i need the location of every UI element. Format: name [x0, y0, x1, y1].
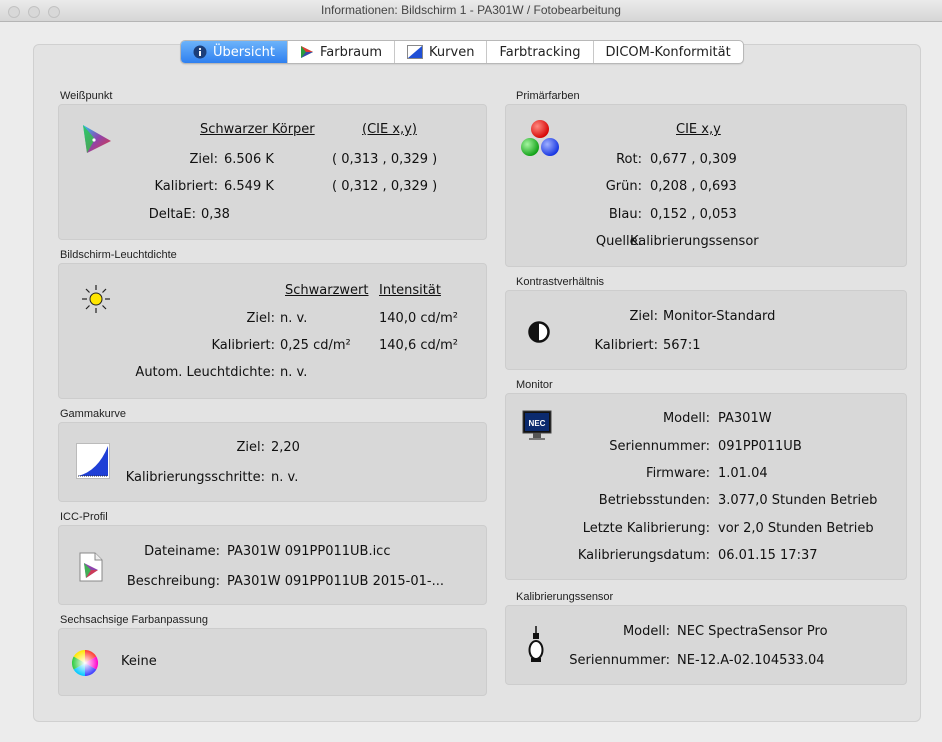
leuchtdichte-col-schwarzwert: Schwarzwert — [285, 283, 369, 298]
primaer-blau-value: 0,152 , 0,053 — [650, 207, 737, 222]
title-bar: Informationen: Bildschirm 1 - PA301W / F… — [0, 0, 942, 22]
tab-label: DICOM-Konformität — [605, 44, 731, 60]
curves-icon — [407, 45, 424, 59]
tab-label: Farbtracking — [499, 44, 581, 60]
weisspunkt-deltae-label: DeltaE: — [148, 207, 196, 222]
weisspunkt-ziel-xy: ( 0,313 , 0,329 ) — [332, 152, 438, 167]
monitor-firmware-label: Firmware: — [646, 466, 710, 481]
kontrast-kalibriert-label: Kalibriert: — [594, 338, 658, 353]
tab-label: Farbraum — [319, 44, 383, 60]
weisspunkt-deltae-value: 0,38 — [201, 207, 230, 222]
weisspunkt-kalibriert-xy: ( 0,312 , 0,329 ) — [332, 179, 438, 194]
weisspunkt-col-cie: (CIE x,y) — [362, 122, 417, 137]
sensor-modell-value: NEC SpectraSensor Pro — [677, 624, 828, 639]
tab-uebersicht[interactable]: Übersicht — [181, 41, 288, 63]
primaer-blau-label: Blau: — [608, 207, 642, 222]
tab-label: Übersicht — [213, 44, 275, 60]
monitor-betriebsstunden-value: 3.077,0 Stunden Betrieb — [718, 493, 878, 508]
primaer-rot-value: 0,677 , 0,309 — [650, 152, 737, 167]
kontrast-ziel-label: Ziel: — [629, 309, 658, 324]
monitor-seriennummer-label: Seriennummer: — [609, 439, 710, 454]
monitor-letzte-kalibrierung-value: vor 2,0 Stunden Betrieb — [718, 521, 874, 536]
monitor-kalibrierungsdatum-value: 06.01.15 17:37 — [718, 548, 818, 563]
monitor-kalibrierungsdatum-label: Kalibrierungsdatum: — [577, 548, 710, 563]
sechsachsig-value: Keine — [121, 654, 157, 669]
color-space-icon — [300, 45, 314, 59]
primaer-quelle-label: Quelle: — [595, 234, 642, 249]
primaer-quelle-value: Kalibrierungssensor — [630, 234, 759, 249]
tab-bar: Übersicht Farbraum Kurven Farbtracking D… — [180, 40, 744, 64]
monitor-letzte-kalibrierung-label: Letzte Kalibrierung: — [582, 521, 710, 536]
icc-dateiname-value: PA301W 091PP011UB.icc — [227, 544, 391, 559]
tab-label: Kurven — [429, 44, 475, 60]
icc-beschreibung-label: Beschreibung: — [126, 574, 220, 589]
sensor-modell-label: Modell: — [622, 624, 670, 639]
kalibrierungsschritte-value: n. v. — [271, 470, 299, 485]
window-title: Informationen: Bildschirm 1 - PA301W / F… — [321, 3, 621, 17]
leuchtdichte-kalibriert-schwarzwert: 0,25 cd/m² — [280, 338, 351, 353]
kalibrierungsschritte-label: Kalibrierungsschritte: — [125, 470, 265, 485]
autom-leuchtdichte-label: Autom. Leuchtdichte: — [135, 365, 275, 380]
monitor-seriennummer-value: 091PP011UB — [718, 439, 802, 454]
gamma-ziel-value: 2,20 — [271, 440, 300, 455]
leuchtdichte-section-label: Bildschirm-Leuchtdichte — [60, 249, 177, 261]
gamma-ziel-label: Ziel: — [236, 440, 265, 455]
monitor-betriebsstunden-label: Betriebsstunden: — [598, 493, 710, 508]
primaer-gruen-label: Grün: — [605, 179, 642, 194]
kontrast-ziel-value: Monitor-Standard — [663, 309, 776, 324]
leuchtdichte-panel: Schwarzwert Intensität Ziel: n. v. 140,0… — [58, 263, 487, 399]
weisspunkt-ziel-kelvin: 6.506 K — [224, 152, 274, 167]
kontrast-section-label: Kontrastverhältnis — [516, 276, 605, 288]
sensor-seriennummer-value: NE-12.A-02.104533.04 — [677, 653, 825, 668]
weisspunkt-section-label: Weißpunkt — [60, 90, 113, 102]
sechsachsig-section-label: Sechsachsige Farbanpassung — [60, 614, 208, 626]
leuchtdichte-ziel-intensitaet: 140,0 cd/m² — [379, 311, 459, 326]
tab-kurven[interactable]: Kurven — [395, 41, 488, 63]
tab-farbraum[interactable]: Farbraum — [288, 41, 396, 63]
primaer-rot-label: Rot: — [616, 152, 642, 167]
info-window: Informationen: Bildschirm 1 - PA301W / F… — [0, 0, 942, 742]
sechsachsig-panel: Keine — [58, 628, 487, 696]
weisspunkt-ziel-label: Ziel: — [189, 152, 218, 167]
sensor-icon — [528, 626, 544, 668]
leuchtdichte-kalibriert-intensitaet: 140,6 cd/m² — [379, 338, 459, 353]
leuchtdichte-col-intensitaet: Intensität — [379, 283, 441, 298]
sun-icon — [81, 284, 111, 318]
nec-logo: NEC — [529, 419, 546, 428]
gamma-section-label: Gammakurve — [60, 408, 127, 420]
leuchtdichte-ziel-label: Ziel: — [246, 311, 275, 326]
monitor-section-label: Monitor — [516, 379, 553, 391]
leuchtdichte-ziel-schwarzwert: n. v. — [280, 311, 308, 326]
tab-dicom[interactable]: DICOM-Konformität — [594, 41, 743, 63]
monitor-modell-value: PA301W — [718, 411, 772, 426]
monitor-firmware-value: 1.01.04 — [718, 466, 768, 481]
primaer-section-label: Primärfarben — [516, 90, 580, 102]
monitor-panel: NEC Modell: PA301W Seriennummer: 091PP01… — [505, 393, 907, 580]
icc-dateiname-label: Dateiname: — [144, 544, 220, 559]
kontrast-panel: Ziel: Monitor-Standard Kalibriert: 567:1 — [505, 290, 907, 370]
sensor-section-label: Kalibrierungssensor — [516, 591, 614, 603]
info-icon — [193, 45, 207, 59]
weisspunkt-kalibriert-kelvin: 6.549 K — [224, 179, 274, 194]
autom-leuchtdichte-value: n. v. — [280, 365, 308, 380]
gamma-panel: Ziel: 2,20 Kalibrierungsschritte: n. v. — [58, 422, 487, 502]
kontrast-kalibriert-value: 567:1 — [663, 338, 701, 353]
tab-farbtracking[interactable]: Farbtracking — [487, 41, 594, 63]
monitor-modell-label: Modell: — [662, 411, 710, 426]
primaer-panel: CIE x,y Rot: 0,677 , 0,309 Grün: 0,208 ,… — [505, 104, 907, 267]
sensor-seriennummer-label: Seriennummer: — [569, 653, 670, 668]
icc-beschreibung-value: PA301W 091PP011UB 2015-01-... — [227, 574, 444, 589]
primaer-gruen-value: 0,208 , 0,693 — [650, 179, 737, 194]
primaer-col-cie: CIE x,y — [676, 122, 721, 137]
weisspunkt-panel: Schwarzer Körper (CIE x,y) Ziel: 6.506 K… — [58, 104, 487, 240]
icc-panel: Dateiname: PA301W 091PP011UB.icc Beschre… — [58, 525, 487, 605]
color-wheel-icon — [71, 649, 99, 681]
sensor-panel: Modell: NEC SpectraSensor Pro Seriennumm… — [505, 605, 907, 685]
leuchtdichte-kalibriert-label: Kalibriert: — [211, 338, 275, 353]
icc-section-label: ICC-Profil — [60, 511, 108, 523]
weisspunkt-col-schwarzer-koerper: Schwarzer Körper — [200, 122, 315, 137]
weisspunkt-kalibriert-label: Kalibriert: — [154, 179, 218, 194]
